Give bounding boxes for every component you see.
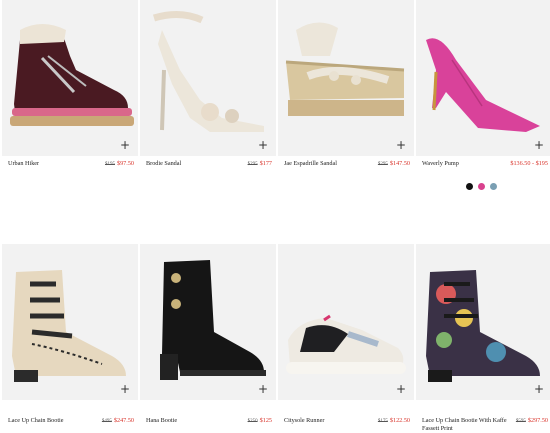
product-image[interactable]: +	[416, 0, 550, 156]
add-to-bag-plus-icon[interactable]: +	[120, 383, 130, 395]
add-to-bag-plus-icon[interactable]: +	[534, 383, 544, 395]
product-grid: + Urban Hiker $195 $97.50 + Brodie Sandal…	[0, 0, 550, 433]
product-image[interactable]: +	[278, 0, 414, 156]
sale-price: $125	[259, 417, 272, 424]
product-name[interactable]: Brodie Sandal	[146, 160, 232, 168]
product-price: $595 $297.50	[516, 417, 548, 426]
product-price: $250 $125	[248, 417, 272, 426]
add-to-bag-plus-icon[interactable]: +	[396, 139, 406, 151]
product-image[interactable]: +	[140, 244, 276, 400]
product-price: $175 $122.50	[378, 417, 410, 426]
original-price: $595	[515, 419, 526, 424]
swatch-blue[interactable]	[490, 183, 497, 190]
swatch-pink[interactable]	[478, 183, 485, 190]
add-to-bag-plus-icon[interactable]: +	[396, 383, 406, 395]
product-name[interactable]: Waverly Pump	[422, 160, 508, 168]
sale-price: $147.50	[389, 160, 410, 167]
color-swatches	[466, 183, 506, 191]
product-name[interactable]: Lace Up Chain Bootie With Kaffe Fassett …	[422, 417, 508, 433]
add-to-bag-plus-icon[interactable]: +	[534, 139, 544, 151]
sale-price: $136.50 - $195	[510, 160, 548, 167]
product-name[interactable]: Lace Up Chain Bootie	[8, 417, 94, 425]
product-image[interactable]: +	[416, 244, 550, 400]
product-image[interactable]: +	[278, 244, 414, 400]
sale-price: $177	[259, 160, 272, 167]
original-price: $495	[101, 419, 112, 424]
product-name[interactable]: Jae Espadrille Sandal	[284, 160, 370, 168]
sale-price: $97.50	[116, 160, 134, 167]
product-price: $295 $177	[248, 160, 272, 169]
product-price: $295 $147.50	[378, 160, 410, 169]
product-name[interactable]: Hana Bootie	[146, 417, 232, 425]
sale-price: $247.50	[113, 417, 134, 424]
product-image[interactable]: +	[140, 0, 276, 156]
product-image[interactable]: +	[2, 244, 138, 400]
sale-price: $122.50	[389, 417, 410, 424]
original-price: $195	[104, 162, 115, 167]
add-to-bag-plus-icon[interactable]: +	[120, 139, 130, 151]
swatch-black[interactable]	[466, 183, 473, 190]
product-image[interactable]: +	[2, 0, 138, 156]
product-price: $495 $247.50	[102, 417, 134, 426]
original-price: $295	[377, 162, 388, 167]
add-to-bag-plus-icon[interactable]: +	[258, 139, 268, 151]
sale-price: $297.50	[527, 417, 548, 424]
product-price: $136.50 - $195	[510, 160, 548, 168]
original-price: $175	[377, 419, 388, 424]
original-price: $250	[247, 419, 258, 424]
product-name[interactable]: Urban Hiker	[8, 160, 94, 168]
product-price: $195 $97.50	[105, 160, 134, 169]
product-name[interactable]: Citysole Runner	[284, 417, 370, 425]
original-price: $295	[247, 162, 258, 167]
add-to-bag-plus-icon[interactable]: +	[258, 383, 268, 395]
